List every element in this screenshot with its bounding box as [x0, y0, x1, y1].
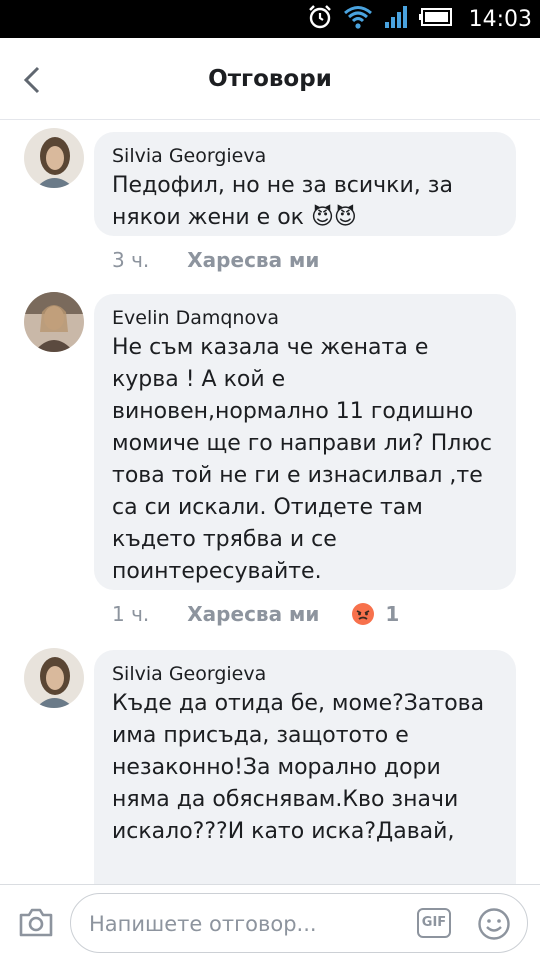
- comment-text: Педофил, но не за всички, за някои жени …: [112, 173, 453, 230]
- camera-button[interactable]: [18, 905, 54, 939]
- like-button[interactable]: Харесва ми: [187, 602, 319, 626]
- alarm-icon: [307, 4, 333, 34]
- comment-actions: 1 ч. Харесва ми 1: [112, 602, 399, 626]
- angry-reaction-icon: [352, 603, 375, 625]
- reply-composer: GIF: [0, 884, 540, 960]
- reactions-summary[interactable]: 1: [351, 602, 399, 626]
- avatar[interactable]: [24, 128, 84, 188]
- page-title: Отговори: [208, 66, 332, 92]
- comment-text: Не съм казала че жената е курва ! А кой …: [112, 335, 492, 584]
- signal-icon: [383, 4, 409, 34]
- status-time: 14:03: [468, 6, 532, 32]
- like-button[interactable]: Харесва ми: [187, 248, 319, 272]
- comment-text: Къде да отида бе, моме?Затова има присъд…: [112, 691, 485, 844]
- comment-author[interactable]: Silvia Georgieva: [112, 144, 498, 168]
- reply-input-container: GIF: [70, 893, 528, 953]
- comment-time: 3 ч.: [112, 248, 150, 272]
- emoji-button[interactable]: [477, 907, 511, 941]
- comment-bubble: Evelin Damqnova Не съм казала че жената …: [94, 294, 516, 590]
- camera-icon: [19, 908, 53, 937]
- top-bar: Отговори: [0, 38, 540, 120]
- wifi-icon: [343, 4, 373, 34]
- status-bar: 14:03: [0, 0, 540, 38]
- reaction-count: 1: [385, 602, 400, 626]
- smiley-icon: [478, 908, 510, 940]
- avatar[interactable]: [24, 292, 84, 352]
- comment-bubble: Silvia Georgieva Педофил, но не за всичк…: [94, 132, 516, 236]
- comment-actions: 3 ч. Харесва ми: [112, 248, 319, 272]
- reply-input[interactable]: [89, 904, 399, 944]
- battery-icon: [418, 7, 453, 31]
- avatar[interactable]: [24, 648, 84, 708]
- gif-button[interactable]: GIF: [417, 908, 451, 938]
- comment-time: 1 ч.: [112, 602, 150, 626]
- comment-author[interactable]: Silvia Georgieva: [112, 662, 498, 686]
- comment-author[interactable]: Evelin Damqnova: [112, 306, 498, 330]
- comment-bubble: Silvia Georgieva Къде да отида бе, моме?…: [94, 650, 516, 910]
